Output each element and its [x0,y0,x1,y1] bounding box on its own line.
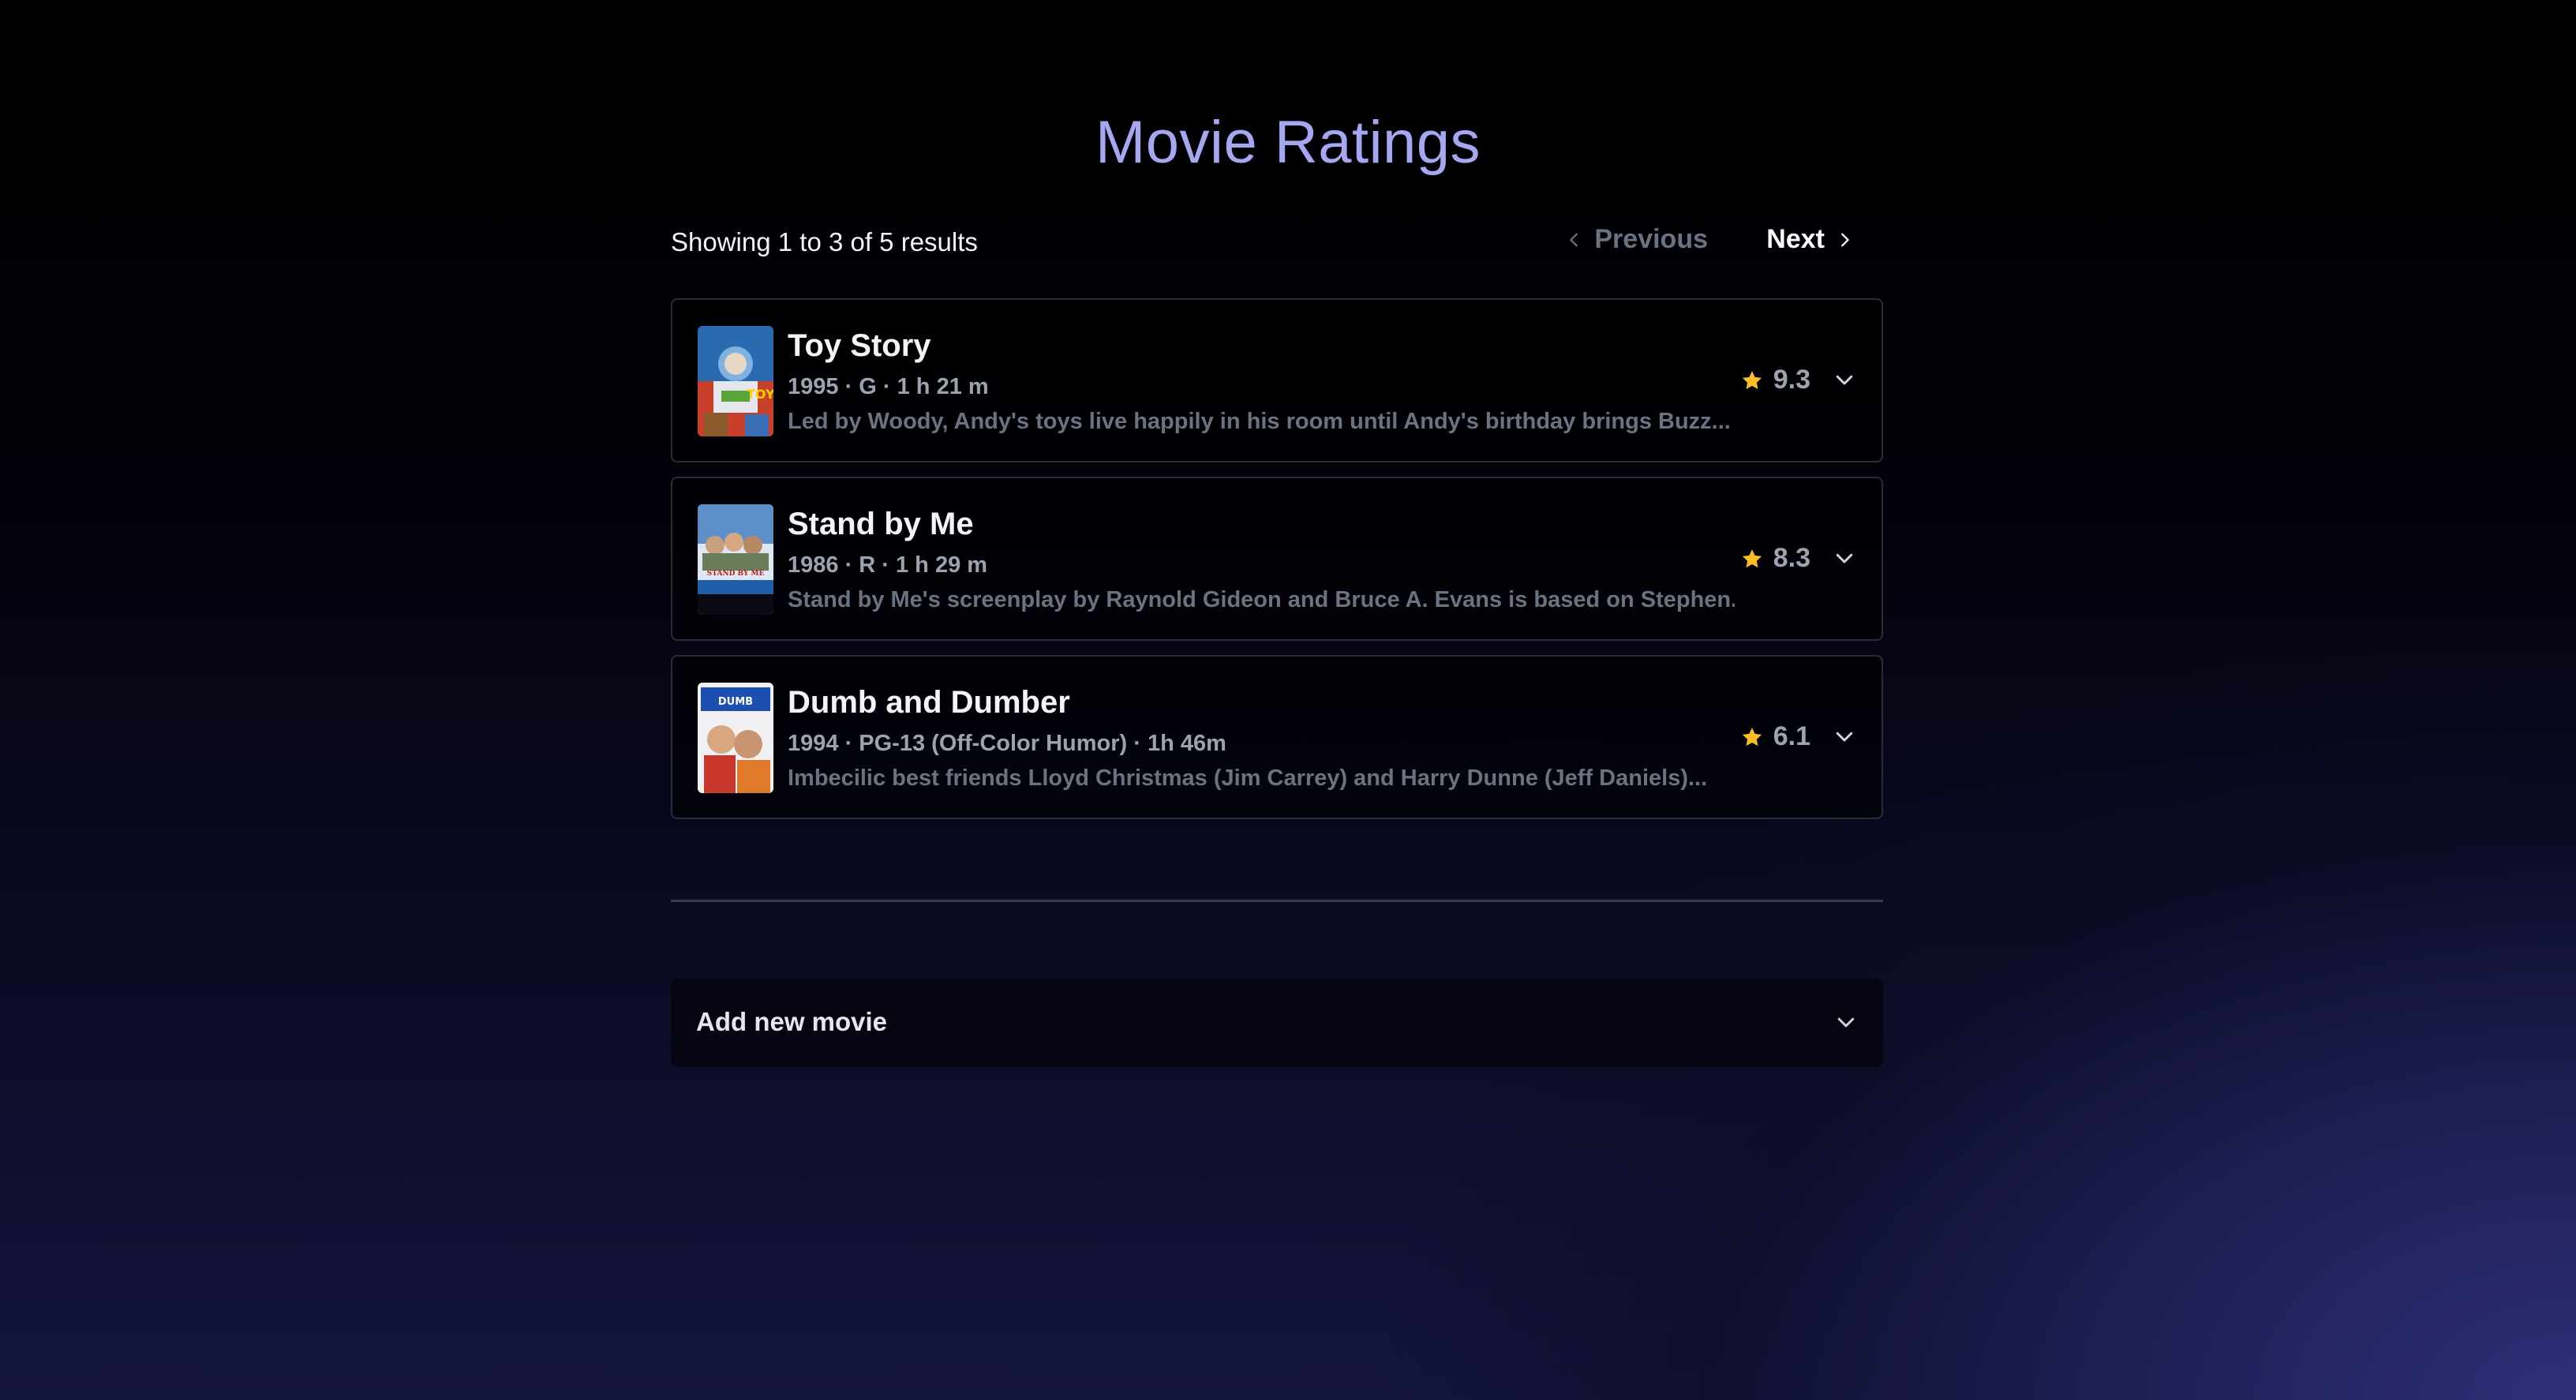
movie-title: Dumb and Dumber [788,685,1070,720]
svg-text:DUMB: DUMB [718,696,753,708]
result-count: Showing 1 to 3 of 5 results [671,227,978,256]
movie-rating: 9.3 [1740,365,1810,395]
movie-rating: 8.3 [1740,543,1810,574]
movie-title: Toy Story [788,328,931,363]
movie-card[interactable]: DUMB Dumb and Dumber 1994 · PG-13 (Off-C… [671,655,1883,819]
movie-title: Stand by Me [788,507,974,541]
section-divider [671,900,1883,902]
page-title: Movie Ratings [1095,108,1481,176]
movie-meta: 1986 · R · 1 h 29 m [788,552,988,578]
previous-button[interactable]: Previous [1566,224,1708,255]
poster-image: DUMB [698,683,773,793]
rating-value: 6.1 [1773,721,1810,751]
poster-image: STAND BY ME [698,504,773,615]
expand-button[interactable] [1833,546,1856,570]
movie-poster: DUMB [698,683,773,793]
svg-text:STAND BY ME: STAND BY ME [707,570,765,578]
star-icon [1742,727,1762,746]
rating-value: 9.3 [1773,365,1810,395]
movie-description: Stand by Me's screenplay by Raynold Gide… [788,587,1735,612]
poster-image: TOY [698,326,773,436]
chevron-right-icon [1841,233,1849,246]
add-movie-label: Add new movie [696,1007,888,1036]
star-icon [1742,370,1762,389]
expand-button[interactable] [1833,724,1856,748]
movie-description: Led by Woody, Andy's toys live happily i… [788,409,1731,434]
movie-poster: STAND BY ME [698,504,773,615]
movie-poster: TOY [698,326,773,436]
chevron-down-icon [1836,732,1853,742]
movie-card[interactable]: TOY Toy Story 1995 · G · 1 h 21 m Led by… [671,298,1883,462]
expand-button[interactable] [1833,368,1856,391]
movie-description: Imbecilic best friends Lloyd Christmas (… [788,766,1708,791]
movie-meta: 1995 · G · 1 h 21 m [788,374,989,399]
next-label: Next [1766,224,1825,254]
svg-text:TOY: TOY [747,387,773,402]
chevron-down-icon [1837,1017,1855,1028]
chevron-left-icon [1570,233,1578,246]
movie-rating: 6.1 [1740,721,1810,752]
movie-meta: 1994 · PG-13 (Off-Color Humor) · 1h 46m [788,731,1226,756]
movie-list: TOY Toy Story 1995 · G · 1 h 21 m Led by… [671,298,1883,833]
rating-value: 8.3 [1773,543,1810,573]
star-icon [1742,548,1762,567]
add-movie-expand-button[interactable] [1834,1010,1858,1034]
chevron-down-icon [1836,375,1853,385]
movie-card[interactable]: STAND BY ME Stand by Me 1986 · R · 1 h 2… [671,477,1883,641]
add-movie-panel[interactable]: Add new movie [671,979,1883,1067]
previous-label: Previous [1594,224,1708,254]
pagination-toolbar: Showing 1 to 3 of 5 results Previous Nex… [671,221,1883,262]
next-button[interactable]: Next [1766,224,1853,255]
chevron-down-icon [1836,553,1853,563]
